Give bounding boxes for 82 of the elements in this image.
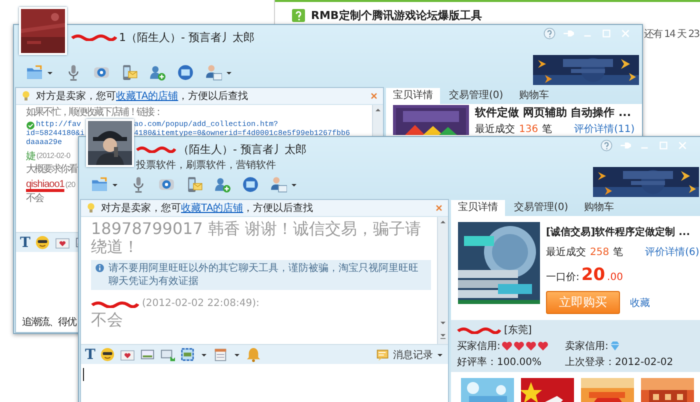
check-icon	[26, 121, 35, 130]
notice-text: 对方是卖家，您可收藏TA的店铺，方便以后查找	[36, 90, 250, 103]
store-link[interactable]: 收藏TA的店铺	[116, 91, 178, 102]
add-contact-icon[interactable]	[149, 64, 166, 81]
history-button[interactable]: 消息记录	[376, 348, 444, 362]
last-login-text: 上次登录：2012-02-02	[565, 356, 674, 369]
countdown-text: 还有 14 天 23	[644, 28, 699, 41]
add-contact-icon[interactable]	[214, 176, 231, 193]
sales-count: 258	[590, 247, 610, 258]
help-icon[interactable]	[600, 139, 613, 152]
info-icon	[95, 262, 105, 274]
sales-count: 136	[519, 124, 538, 135]
tab[interactable]: 宝贝详情	[386, 88, 440, 104]
emoji-icon[interactable]	[35, 235, 50, 250]
heart-icon	[501, 340, 514, 352]
price-cents: .00	[607, 272, 623, 283]
close-icon[interactable]	[369, 91, 379, 101]
favorite-link[interactable]: 收藏	[630, 296, 650, 310]
rating-text: 好评率：100.00%	[457, 356, 542, 369]
message-history-icon	[376, 348, 390, 362]
tab[interactable]: 宝贝详情	[451, 200, 505, 216]
heart-icon	[525, 340, 538, 352]
message-text: 如果不忙，顺便收藏下店铺！链接：	[26, 106, 162, 120]
message-text: 不会	[91, 311, 124, 329]
seller-location: [东莞]	[504, 324, 532, 337]
text-cursor	[83, 368, 84, 381]
price-value: 20	[581, 265, 606, 285]
tab[interactable]: 购物车	[577, 200, 622, 216]
bell-icon[interactable]	[246, 347, 262, 362]
contact-card-icon[interactable]	[205, 64, 222, 81]
notice-text: 对方是卖家，您可收藏TA的店铺，方便以后查找	[101, 202, 314, 215]
product-title[interactable]: 软件定做 网页辅助 自动操作 ...	[475, 105, 642, 120]
scrollbar[interactable]	[437, 217, 448, 344]
contact-title: （陌生人）- 预言者丿太郎	[178, 142, 306, 156]
credit-label: 买家信用:	[457, 340, 500, 353]
calendar-icon[interactable]	[213, 347, 228, 362]
globe-icon[interactable]	[242, 176, 259, 193]
system-notice: 请不要用阿里旺旺以外的其它聊天工具，谨防被骗，淘宝只视阿里旺旺聊天凭证为有效证据	[108, 262, 420, 288]
store-link[interactable]: 收藏TA的店铺	[181, 203, 244, 214]
diamond-icon	[609, 340, 622, 352]
close-icon[interactable]	[434, 203, 444, 213]
webcam-icon[interactable]	[158, 176, 175, 193]
emoji-icon[interactable]	[100, 347, 116, 362]
tab[interactable]: 购物车	[512, 88, 556, 104]
reviews-link[interactable]: 评价详情(11)	[574, 122, 635, 136]
price-label: 一口价:	[546, 271, 580, 284]
tab[interactable]: 交易管理(0)	[507, 200, 576, 216]
scroll-end-icon[interactable]	[438, 331, 448, 341]
heart-icon	[537, 340, 550, 352]
sender-name: qishiaoo1	[26, 179, 64, 190]
phone-mail-icon[interactable]	[186, 176, 203, 193]
phone-mail-icon[interactable]	[121, 64, 138, 81]
image-send-icon[interactable]	[160, 347, 176, 362]
image-icon[interactable]	[140, 347, 156, 362]
sales-unit: 笔	[542, 123, 552, 136]
font-button[interactable]: T	[85, 348, 96, 362]
webcam-icon[interactable]	[93, 64, 110, 81]
sales-label: 最近成交	[546, 246, 586, 259]
sales-label: 最近成交	[475, 122, 515, 136]
footer-text: 追潮流、得优	[22, 316, 76, 329]
reviews-link[interactable]: 评价详情(6)	[645, 245, 700, 259]
contact-signature: 投票软件，刷票软件，营销软件	[136, 158, 277, 172]
message-text: 不会	[26, 192, 43, 206]
heart-icon	[513, 340, 526, 352]
credit-label: 卖家信用:	[565, 340, 608, 353]
screenshot-icon[interactable]	[180, 347, 196, 362]
globe-icon[interactable]	[177, 64, 194, 81]
bulb-icon	[20, 90, 32, 102]
message-text: 大概要求你看	[26, 163, 77, 177]
message-text: 18978799017 韩香 谢谢！诚信交易，骗子请绕道！	[91, 220, 422, 256]
tab[interactable]: 交易管理(0)	[442, 88, 510, 104]
font-button[interactable]: T	[20, 236, 30, 250]
help-icon[interactable]	[543, 27, 556, 40]
sales-unit: 笔	[613, 246, 624, 259]
bulb-icon	[85, 202, 97, 214]
contact-card-icon[interactable]	[270, 176, 287, 193]
contact-title: 1（陌生人）- 预言者丿太郎	[119, 30, 254, 44]
message-time: (2012-02-02 22:08:49):	[142, 298, 260, 309]
help-icon	[292, 9, 305, 22]
product-title[interactable]: [诚信交易]软件程序定做定制 ...	[546, 225, 700, 239]
sender-name: 婕	[26, 150, 36, 162]
page-title[interactable]: RMB定制个腾讯游戏论坛爆版工具	[311, 8, 482, 23]
